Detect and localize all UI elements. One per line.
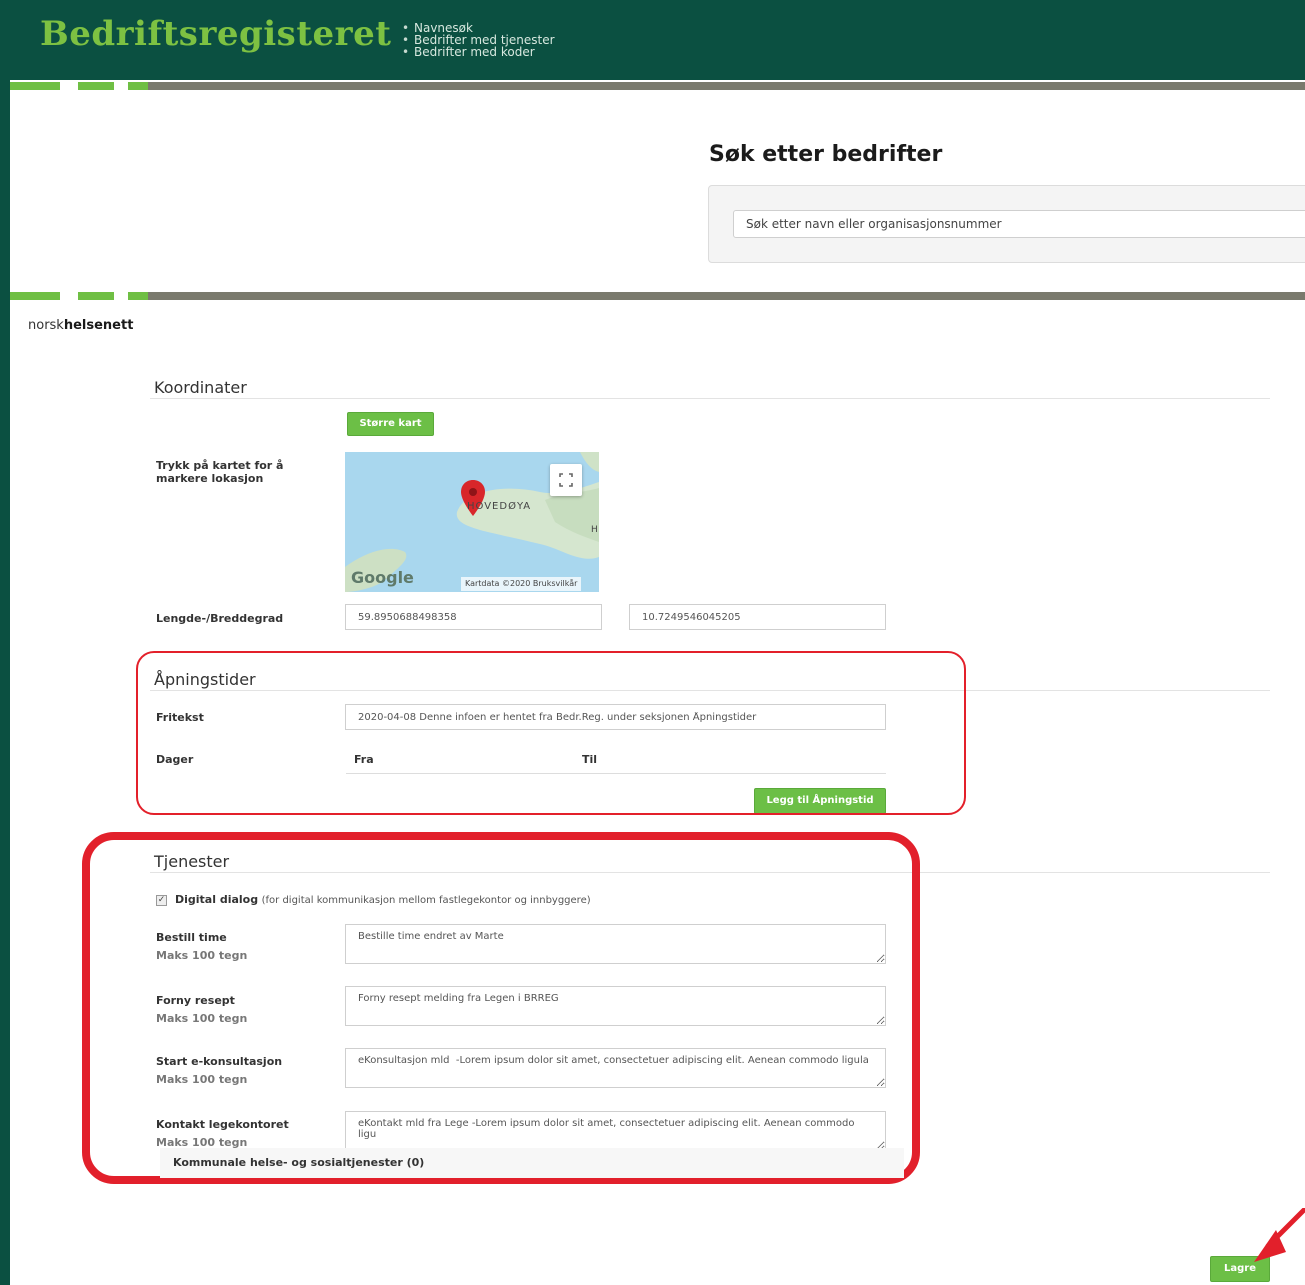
map-place-label: HOVEDØYA [467,501,532,512]
bigger-map-button[interactable]: Større kart [347,412,434,436]
annotation-arrow-icon [1254,1208,1305,1262]
latitude-field[interactable] [345,604,602,630]
site-header: Bedriftsregisteret Navnesøk Bedrifter me… [10,0,1305,80]
latlong-label: Lengde-/Breddegrad [156,612,284,625]
map-edge-label: H [591,525,598,535]
annotation-highlight-tjenester [82,832,920,1184]
fullscreen-icon[interactable] [550,464,582,496]
norsk-helsenett-logo: norskhelsenett [28,318,134,333]
search-panel [708,185,1305,263]
page: Bedriftsregisteret Navnesøk Bedrifter me… [10,0,1305,1285]
search-stripe [10,292,1305,300]
brand-title[interactable]: Bedriftsregisteret [40,14,391,54]
section-title-koordinater: Koordinater [154,378,247,397]
map-attribution[interactable]: Kartdata ©2020 Bruksvilkår [461,577,582,591]
annotation-highlight-apningstider [136,651,966,815]
header-stripe [10,82,1305,90]
kommunale-tjenester-toggle[interactable]: Kommunale helse- og sosialtjenester (0) [173,1156,424,1169]
google-logo: Google [351,568,414,587]
nav-link-koder[interactable]: Bedrifter med koder [402,46,555,58]
search-input[interactable] [733,210,1305,238]
map-instruction-label: Trykk på kartet for å markere lokasjon [156,459,284,485]
section-divider [150,398,1270,399]
top-nav: Navnesøk Bedrifter med tjenester Bedrift… [402,22,555,58]
location-map[interactable]: HOVEDØYA H Google Kartdata ©2020 Bruksvi… [345,452,599,592]
longitude-field[interactable] [629,604,886,630]
search-title: Søk etter bedrifter [709,142,943,167]
